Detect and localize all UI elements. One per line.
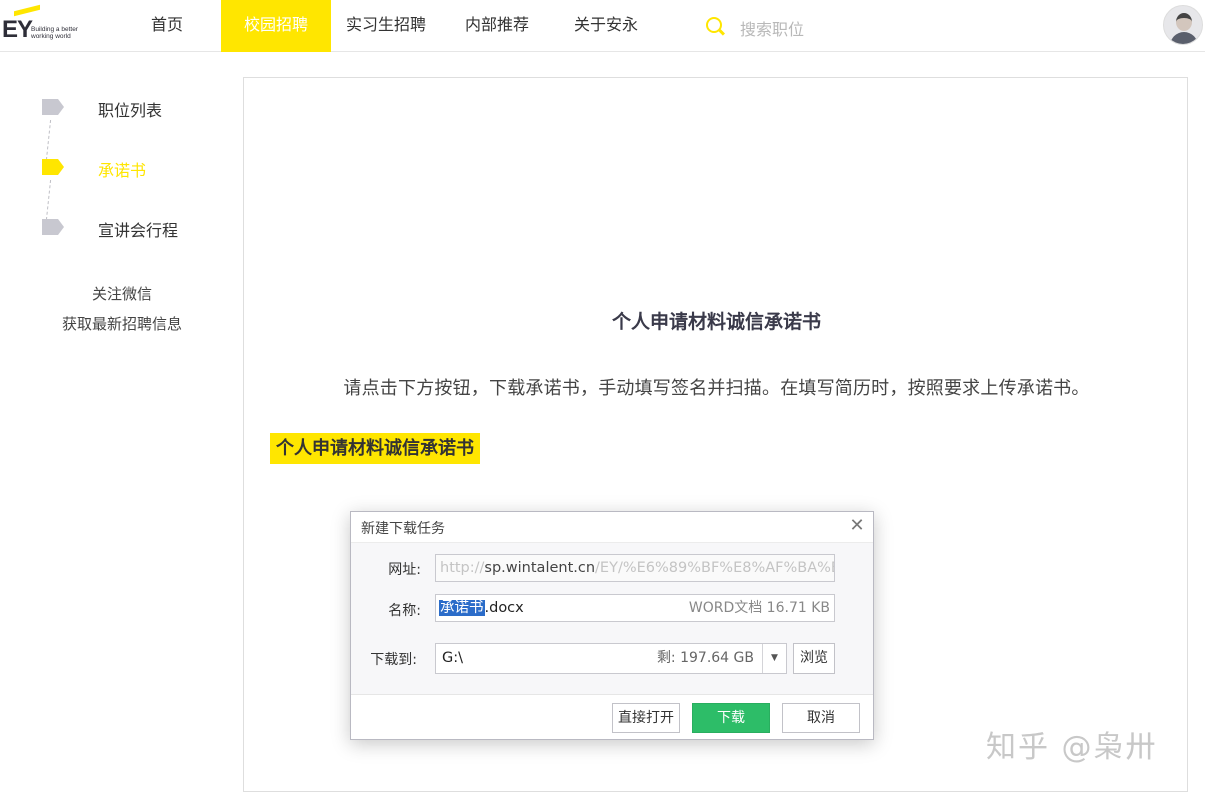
- instruction-text: 请点击下方按钮，下载承诺书，手动填写签名并扫描。在填写简历时，按照要求上传承诺书…: [343, 378, 1090, 399]
- search-icon-handle: [718, 29, 726, 36]
- url-prefix: http://: [440, 560, 485, 576]
- sidebar-step-label: 承诺书: [98, 161, 147, 180]
- dialog-body: 网址: http://sp.wintalent.cn/EY/%E6%89%BF%…: [351, 543, 873, 694]
- logo-text: EY: [2, 16, 33, 43]
- url-label: 网址:: [388, 562, 421, 578]
- nav-intern-recruiting[interactable]: 实习生招聘: [338, 0, 434, 52]
- close-icon[interactable]: ✕: [847, 516, 867, 536]
- save-directory-select[interactable]: G:\ 剩: 197.64 GB ▼: [435, 643, 787, 674]
- dialog-footer: 直接打开 下载 取消: [351, 694, 873, 739]
- file-type-size: WORD文档 16.71 KB: [688, 600, 830, 616]
- sidebar-step-label: 职位列表: [98, 101, 163, 120]
- url-field[interactable]: http://sp.wintalent.cn/EY/%E6%89%BF%E8%A…: [435, 554, 835, 582]
- url-host: sp.wintalent.cn: [484, 560, 596, 576]
- avatar-body: [1170, 32, 1198, 44]
- chevron-down-icon[interactable]: ▼: [762, 644, 786, 673]
- free-space: 剩: 197.64 GB: [656, 650, 754, 666]
- job-search[interactable]: 搜索职位: [704, 14, 844, 40]
- cancel-button[interactable]: 取消: [782, 703, 860, 733]
- browse-button[interactable]: 浏览: [793, 643, 835, 674]
- step-connector: [45, 120, 52, 160]
- filename-selected-text: 承诺书: [439, 600, 485, 616]
- name-label: 名称:: [388, 603, 421, 619]
- avatar-head: [1176, 13, 1192, 31]
- zhihu-watermark: 知乎 @枭卅: [986, 730, 1158, 765]
- filename-input[interactable]: 承诺书.docx WORD文档 16.71 KB: [435, 594, 835, 622]
- user-avatar[interactable]: [1163, 5, 1203, 45]
- nav-about-ey[interactable]: 关于安永: [564, 0, 648, 52]
- directory-value: G:\: [442, 650, 464, 666]
- nav-campus-recruiting[interactable]: 校园招聘: [221, 0, 331, 52]
- follow-wechat-text: 关注微信: [91, 285, 152, 303]
- nav-internal-referral[interactable]: 内部推荐: [456, 0, 538, 52]
- save-to-label: 下载到:: [370, 652, 417, 668]
- logo-tagline-line-1: Building a better: [31, 26, 78, 33]
- nav-home[interactable]: 首页: [130, 0, 204, 52]
- step-tag-icon: [42, 99, 64, 115]
- step-tag-icon: [42, 219, 64, 235]
- top-navigation-bar: EY Building a better working world 首页 校园…: [0, 0, 1205, 52]
- logo-tagline: Building a better working world: [31, 26, 78, 40]
- open-directly-button[interactable]: 直接打开: [612, 703, 680, 733]
- logo-beam-icon: [14, 4, 40, 17]
- logo-tagline-line-2: working world: [31, 33, 71, 40]
- dialog-header: 新建下载任务 ✕: [351, 512, 873, 543]
- new-download-dialog: 新建下载任务 ✕ 网址: http://sp.wintalent.cn/EY/%…: [350, 511, 874, 740]
- follow-wechat-subtext: 获取最新招聘信息: [61, 315, 182, 333]
- step-tag-icon-active: [42, 159, 64, 175]
- dialog-title: 新建下载任务: [361, 521, 445, 537]
- filename-extension: .docx: [484, 600, 524, 616]
- download-button[interactable]: 下载: [692, 703, 770, 733]
- page-title: 个人申请材料诚信承诺书: [611, 311, 821, 333]
- step-connector: [45, 180, 52, 220]
- url-path: /EY/%E6%89%BF%E8%AF%BA%E: [595, 560, 835, 576]
- ey-logo[interactable]: EY Building a better working world: [0, 4, 90, 46]
- sidebar-step-label: 宣讲会行程: [98, 221, 179, 240]
- search-input[interactable]: 搜索职位: [740, 16, 804, 40]
- download-commitment-link[interactable]: 个人申请材料诚信承诺书: [270, 433, 480, 464]
